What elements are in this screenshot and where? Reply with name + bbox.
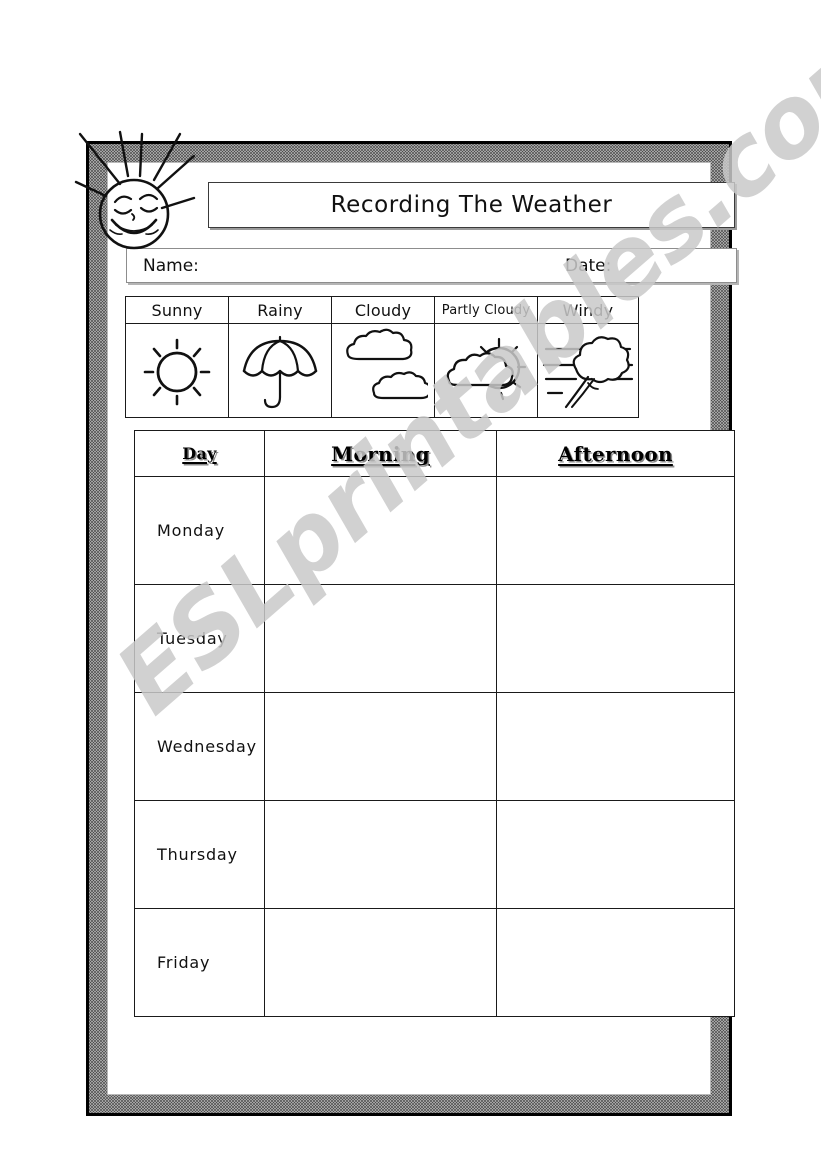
smiling-sun-icon (58, 126, 208, 256)
afternoon-cell-tuesday[interactable] (496, 584, 735, 693)
column-header-text: Afternoon (558, 441, 673, 466)
morning-cell-tuesday[interactable] (264, 584, 497, 693)
morning-cell-wednesday[interactable] (264, 692, 497, 801)
sun-icon (126, 328, 228, 414)
morning-cell-friday[interactable] (264, 908, 497, 1017)
table-row: Thursday (134, 800, 735, 909)
table-row: Wednesday (134, 692, 735, 801)
name-label: Name: (143, 255, 199, 276)
column-header-text: Day (182, 444, 217, 463)
table-row: Tuesday (134, 584, 735, 693)
page-title: Recording The Weather (330, 192, 613, 218)
weather-key-label-text: Windy (562, 300, 614, 320)
column-header-afternoon: Afternoon (496, 430, 735, 477)
weather-key-art-row (125, 323, 639, 418)
title-box: Recording The Weather (208, 182, 735, 228)
weather-key-label-partly-cloudy: Partly Cloudy (434, 296, 538, 324)
umbrella-icon (229, 327, 331, 415)
worksheet-content: Recording The Weather Name: Date: Sunny … (108, 160, 737, 1098)
day-label: Monday (157, 521, 225, 540)
column-header-text: Morning (331, 441, 430, 466)
weather-key-cell-cloudy (331, 323, 435, 418)
weather-key-label-text: Sunny (151, 300, 203, 320)
day-cell-thursday: Thursday (134, 800, 265, 909)
weather-record-table: Day Morning Afternoon Monday Tuesday Wed… (134, 430, 735, 1017)
afternoon-cell-wednesday[interactable] (496, 692, 735, 801)
afternoon-cell-thursday[interactable] (496, 800, 735, 909)
morning-cell-thursday[interactable] (264, 800, 497, 909)
day-cell-friday: Friday (134, 908, 265, 1017)
afternoon-cell-monday[interactable] (496, 476, 735, 585)
sun-behind-cloud-icon (435, 327, 537, 415)
name-date-row: Name: Date: (126, 248, 737, 283)
day-label: Wednesday (157, 737, 257, 756)
day-label: Thursday (157, 845, 238, 864)
afternoon-cell-friday[interactable] (496, 908, 735, 1017)
weather-key-label-cloudy: Cloudy (331, 296, 435, 324)
weather-key-label-rainy: Rainy (228, 296, 332, 324)
morning-cell-monday[interactable] (264, 476, 497, 585)
table-row: Friday (134, 908, 735, 1017)
day-label: Friday (157, 953, 211, 972)
weather-key-cell-sunny (125, 323, 229, 418)
weather-key-table: Sunny Rainy Cloudy Partly Cloudy Windy (125, 296, 639, 418)
day-cell-monday: Monday (134, 476, 265, 585)
day-cell-tuesday: Tuesday (134, 584, 265, 693)
column-header-day: Day (134, 430, 265, 477)
table-header-row: Day Morning Afternoon (134, 430, 735, 477)
date-label: Date: (565, 255, 612, 276)
day-cell-wednesday: Wednesday (134, 692, 265, 801)
weather-key-label-text: Rainy (257, 300, 303, 320)
table-row: Monday (134, 476, 735, 585)
column-header-morning: Morning (264, 430, 497, 477)
weather-key-cell-rainy (228, 323, 332, 418)
day-label: Tuesday (157, 629, 228, 648)
weather-key-label-windy: Windy (537, 296, 639, 324)
weather-key-label-text: Partly Cloudy (441, 302, 531, 318)
worksheet-page: Recording The Weather Name: Date: Sunny … (0, 0, 821, 1169)
weather-key-label-text: Cloudy (354, 300, 412, 320)
clouds-icon (332, 327, 434, 415)
windy-tree-icon (538, 327, 638, 415)
weather-key-cell-partly-cloudy (434, 323, 538, 418)
weather-key-label-row: Sunny Rainy Cloudy Partly Cloudy Windy (125, 296, 639, 324)
weather-key-label-sunny: Sunny (125, 296, 229, 324)
weather-key-cell-windy (537, 323, 639, 418)
